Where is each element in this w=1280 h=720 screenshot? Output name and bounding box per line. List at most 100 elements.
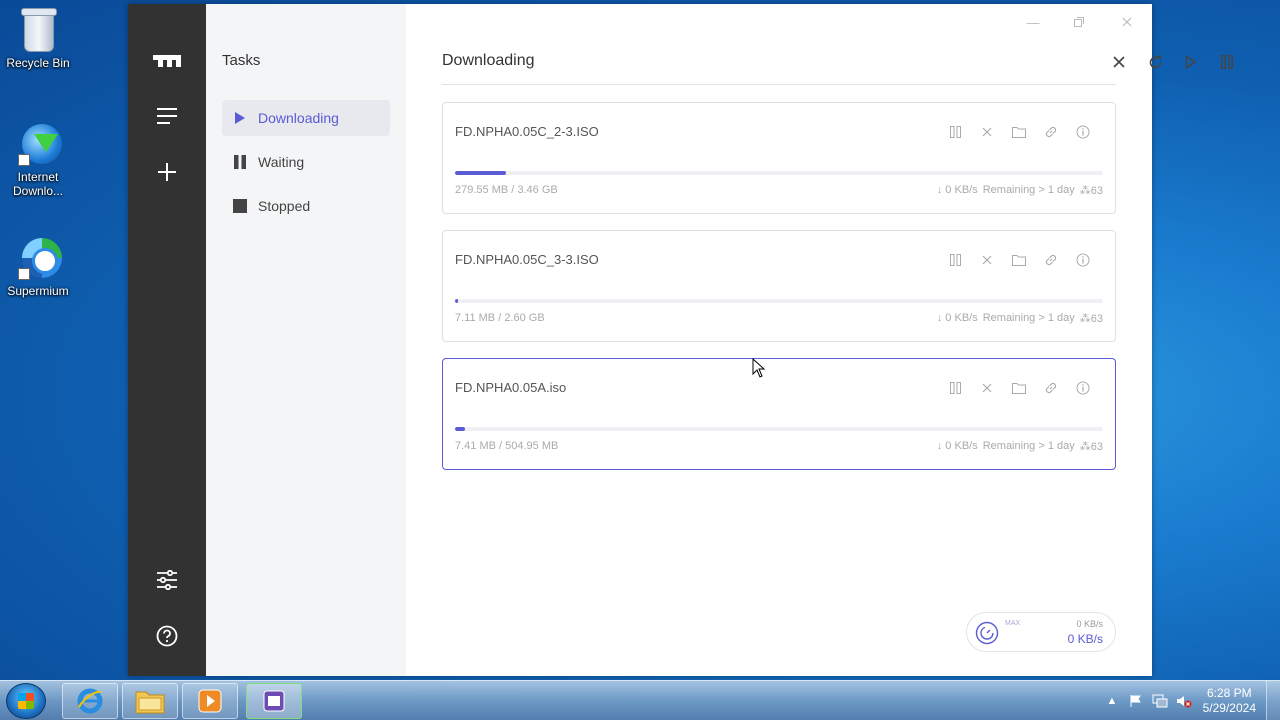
task-name: FD.NPHA0.05C_2-3.ISO xyxy=(455,124,599,139)
speedometer[interactable]: MAX 0 KB/s 0 KB/s xyxy=(966,612,1116,652)
media-player-icon xyxy=(198,689,222,713)
task-speed: ↓ 0 KB/s xyxy=(936,184,978,196)
sidebar-item-label: Downloading xyxy=(258,110,339,126)
task-size: 7.41 MB / 504.95 MB xyxy=(455,440,559,452)
info-icon[interactable] xyxy=(1067,121,1099,143)
connections-icon: ⁂ xyxy=(1079,313,1091,325)
task-connections: ⁂63 xyxy=(1079,185,1103,197)
close-window-button[interactable] xyxy=(1112,10,1142,34)
refresh-icon[interactable] xyxy=(1141,48,1169,76)
file-explorer-icon xyxy=(135,691,165,714)
sidebar-item-downloading[interactable]: Downloading xyxy=(222,100,390,136)
task-speed: ↓ 0 KB/s xyxy=(936,440,978,452)
task-name: FD.NPHA0.05C_3-3.ISO xyxy=(455,252,599,267)
help-icon[interactable] xyxy=(147,616,187,656)
info-icon[interactable] xyxy=(1067,249,1099,271)
connections-icon: ⁂ xyxy=(1079,185,1091,197)
clock-date: 5/29/2024 xyxy=(1202,701,1256,715)
delete-icon[interactable] xyxy=(971,377,1003,399)
folder-icon[interactable] xyxy=(1003,377,1035,399)
task-card[interactable]: FD.NPHA0.05A.iso 7.41 MB / 504.95 MB ↓ 0… xyxy=(442,358,1116,470)
sidebar-item-waiting[interactable]: Waiting xyxy=(222,144,390,180)
play-icon xyxy=(222,111,258,125)
supermium-icon xyxy=(14,234,62,282)
desktop-icon-label: Supermium xyxy=(7,284,69,298)
folder-icon[interactable] xyxy=(1003,121,1035,143)
task-connections: ⁂63 xyxy=(1079,313,1103,325)
show-hidden-icons[interactable]: ▲ xyxy=(1104,693,1120,709)
task-sidebar: Tasks Downloading Waiting Stopped xyxy=(206,4,406,676)
settings-icon[interactable] xyxy=(147,560,187,600)
pause-all-icon[interactable] xyxy=(1213,48,1241,76)
delete-icon[interactable] xyxy=(971,121,1003,143)
speedometer-icon xyxy=(975,621,999,645)
task-name: FD.NPHA0.05A.iso xyxy=(455,380,567,395)
speed-limit-label: MAX xyxy=(1005,620,1021,627)
link-icon[interactable] xyxy=(1035,249,1067,271)
sidebar-title: Tasks xyxy=(222,52,261,69)
progress-bar xyxy=(455,171,1103,175)
add-icon[interactable] xyxy=(147,152,187,192)
taskbar: ▲ 6:28 PM 5/29/2024 xyxy=(0,680,1280,720)
minimize-button[interactable]: — xyxy=(1018,10,1048,34)
desktop-icon-supermium[interactable]: Supermium xyxy=(0,234,76,298)
task-size: 7.11 MB / 2.60 GB xyxy=(455,312,545,324)
pause-icon[interactable] xyxy=(939,249,971,271)
progress-bar xyxy=(455,299,1103,303)
upload-speed: 0 KB/s xyxy=(1076,619,1103,629)
desktop-icon-internet-download-manager[interactable]: Internet Downlo... xyxy=(0,120,76,198)
recycle-bin-icon xyxy=(14,6,62,54)
show-desktop-button[interactable] xyxy=(1266,681,1280,720)
task-card[interactable]: FD.NPHA0.05C_2-3.ISO 279.55 MB / 3.46 GB… xyxy=(442,102,1116,214)
task-speed: ↓ 0 KB/s xyxy=(936,312,978,324)
internet-download-manager-icon xyxy=(14,120,62,168)
task-card[interactable]: FD.NPHA0.05C_3-3.ISO 7.11 MB / 2.60 GB ↓… xyxy=(442,230,1116,342)
resume-all-icon[interactable] xyxy=(1177,48,1205,76)
delete-icon[interactable] xyxy=(971,249,1003,271)
desktop-icon-label: Internet Downlo... xyxy=(12,170,64,198)
desktop-icon-label: Recycle Bin xyxy=(6,56,70,70)
progress-bar xyxy=(455,427,1103,431)
task-remaining: Remaining > 1 day xyxy=(982,440,1075,452)
delete-all-icon[interactable] xyxy=(1105,48,1133,76)
mouse-cursor-icon xyxy=(752,358,766,378)
action-center-flag-icon[interactable] xyxy=(1128,693,1144,709)
maximize-button[interactable] xyxy=(1064,10,1094,34)
info-icon[interactable] xyxy=(1067,377,1099,399)
app-rail xyxy=(128,4,206,676)
network-icon[interactable] xyxy=(1152,693,1168,709)
taskbar-internet-explorer[interactable] xyxy=(62,683,118,719)
pause-icon xyxy=(222,155,258,169)
taskbar-file-explorer[interactable] xyxy=(122,683,178,719)
sidebar-item-stopped[interactable]: Stopped xyxy=(222,188,390,224)
menu-icon[interactable] xyxy=(147,96,187,136)
volume-muted-icon[interactable] xyxy=(1176,693,1192,709)
task-list-panel: — Downloading FD.NPHA0.05C_2-3.ISO 279.5… xyxy=(406,4,1233,676)
system-clock[interactable]: 6:28 PM 5/29/2024 xyxy=(1203,686,1256,716)
progress-fill xyxy=(455,299,458,303)
folder-icon[interactable] xyxy=(1003,249,1035,271)
task-connections: ⁂63 xyxy=(1079,441,1103,453)
page-title: Downloading xyxy=(442,52,535,69)
sidebar-item-label: Waiting xyxy=(258,154,305,170)
desktop-icon-recycle-bin[interactable]: Recycle Bin xyxy=(0,6,76,70)
link-icon[interactable] xyxy=(1035,121,1067,143)
taskbar-motrix[interactable] xyxy=(246,683,302,719)
start-button[interactable] xyxy=(6,683,46,719)
clock-time: 6:28 PM xyxy=(1206,686,1252,700)
motrix-window: Tasks Downloading Waiting Stopped — Down… xyxy=(128,4,1233,676)
download-speed: 0 KB/s xyxy=(1067,632,1103,646)
connections-icon: ⁂ xyxy=(1079,441,1091,453)
pause-icon[interactable] xyxy=(939,121,971,143)
progress-fill xyxy=(455,171,507,175)
link-icon[interactable] xyxy=(1035,377,1067,399)
task-remaining: Remaining > 1 day xyxy=(982,184,1075,196)
internet-explorer-icon xyxy=(77,688,103,714)
taskbar-media-player[interactable] xyxy=(182,683,238,719)
pause-icon[interactable] xyxy=(939,377,971,399)
system-tray: ▲ xyxy=(1104,693,1192,709)
task-remaining: Remaining > 1 day xyxy=(982,312,1075,324)
task-size: 279.55 MB / 3.46 GB xyxy=(455,184,558,196)
sidebar-item-label: Stopped xyxy=(258,198,311,214)
stop-icon xyxy=(222,199,258,213)
